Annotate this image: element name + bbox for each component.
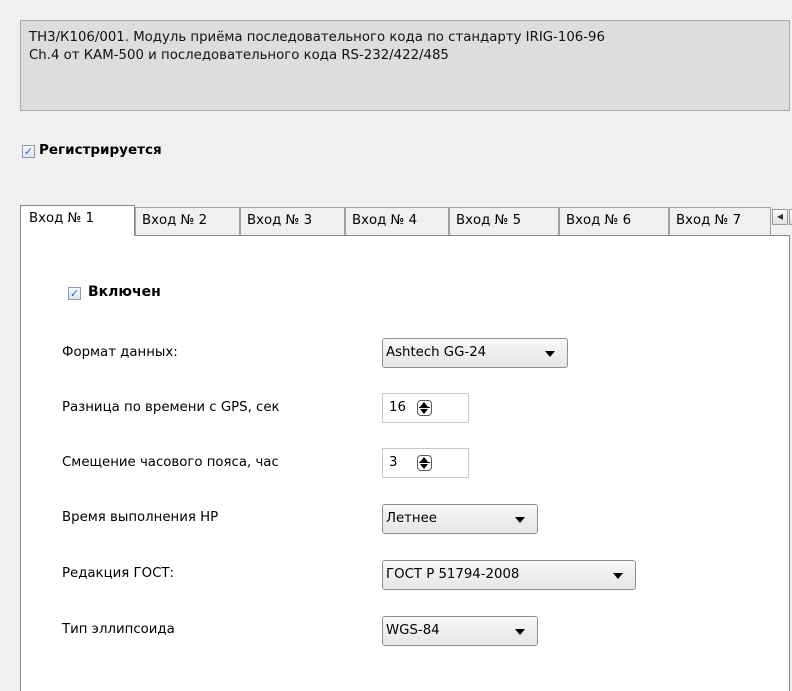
- np-time-label: Время выполнения НР: [62, 510, 219, 525]
- data-format-select[interactable]: Ashtech GG-24: [382, 338, 568, 368]
- ellipsoid-value: WGS-84: [386, 623, 440, 638]
- tz-offset-label: Смещение часового пояса, час: [62, 455, 279, 470]
- spin-up-down-icon[interactable]: [417, 455, 432, 471]
- tab-input-1[interactable]: Вход № 1: [20, 205, 135, 236]
- enabled-checkbox[interactable]: ✓: [68, 287, 81, 300]
- tab-input-3[interactable]: Вход № 3: [240, 207, 345, 235]
- gost-label: Редакция ГОСТ:: [62, 566, 174, 581]
- description-line-2: Ch.4 от КАМ-500 и последовательного кода…: [29, 48, 449, 63]
- tz-offset-spinbox[interactable]: 3: [382, 448, 469, 478]
- tab-scroll-buttons: ◀ ▶: [772, 209, 792, 225]
- data-format-value: Ashtech GG-24: [386, 345, 487, 360]
- gost-value: ГОСТ Р 51794-2008: [386, 567, 520, 582]
- data-format-label: Формат данных:: [62, 345, 178, 360]
- gps-time-diff-label: Разница по времени с GPS, сек: [62, 400, 280, 415]
- ellipsoid-label: Тип эллипсоида: [62, 622, 175, 637]
- np-time-select[interactable]: Летнее: [382, 504, 538, 534]
- chevron-down-icon: [613, 573, 623, 579]
- ellipsoid-select[interactable]: WGS-84: [382, 616, 538, 646]
- enabled-label: Включен: [88, 284, 161, 300]
- np-time-value: Летнее: [386, 511, 437, 526]
- chevron-down-icon: [515, 629, 525, 635]
- tab-input-4[interactable]: Вход № 4: [345, 207, 449, 235]
- checkmark-icon: ✓: [69, 287, 80, 300]
- gps-time-diff-value: 16: [389, 400, 406, 415]
- description-line-1: ТН3/К106/001. Модуль приёма последовател…: [29, 30, 605, 45]
- module-description: ТН3/К106/001. Модуль приёма последовател…: [20, 20, 790, 111]
- chevron-down-icon: [545, 351, 555, 357]
- scroll-left-icon[interactable]: ◀: [772, 209, 788, 225]
- registered-checkbox[interactable]: ✓: [22, 145, 35, 158]
- chevron-down-icon: [515, 517, 525, 523]
- tab-input-6[interactable]: Вход № 6: [559, 207, 669, 235]
- tz-offset-value: 3: [389, 455, 398, 470]
- checkmark-icon: ✓: [23, 145, 34, 158]
- spin-up-down-icon[interactable]: [417, 400, 432, 416]
- gps-time-diff-spinbox[interactable]: 16: [382, 393, 469, 423]
- input-tabs: Вход № 1 Вход № 2 Вход № 3 Вход № 4 Вход…: [20, 205, 792, 236]
- tab-input-2[interactable]: Вход № 2: [135, 207, 240, 235]
- registered-label: Регистрируется: [39, 142, 162, 158]
- tab-input-5[interactable]: Вход № 5: [449, 207, 559, 235]
- gost-select[interactable]: ГОСТ Р 51794-2008: [382, 560, 636, 590]
- tab-input-7[interactable]: Вход № 7: [669, 207, 771, 235]
